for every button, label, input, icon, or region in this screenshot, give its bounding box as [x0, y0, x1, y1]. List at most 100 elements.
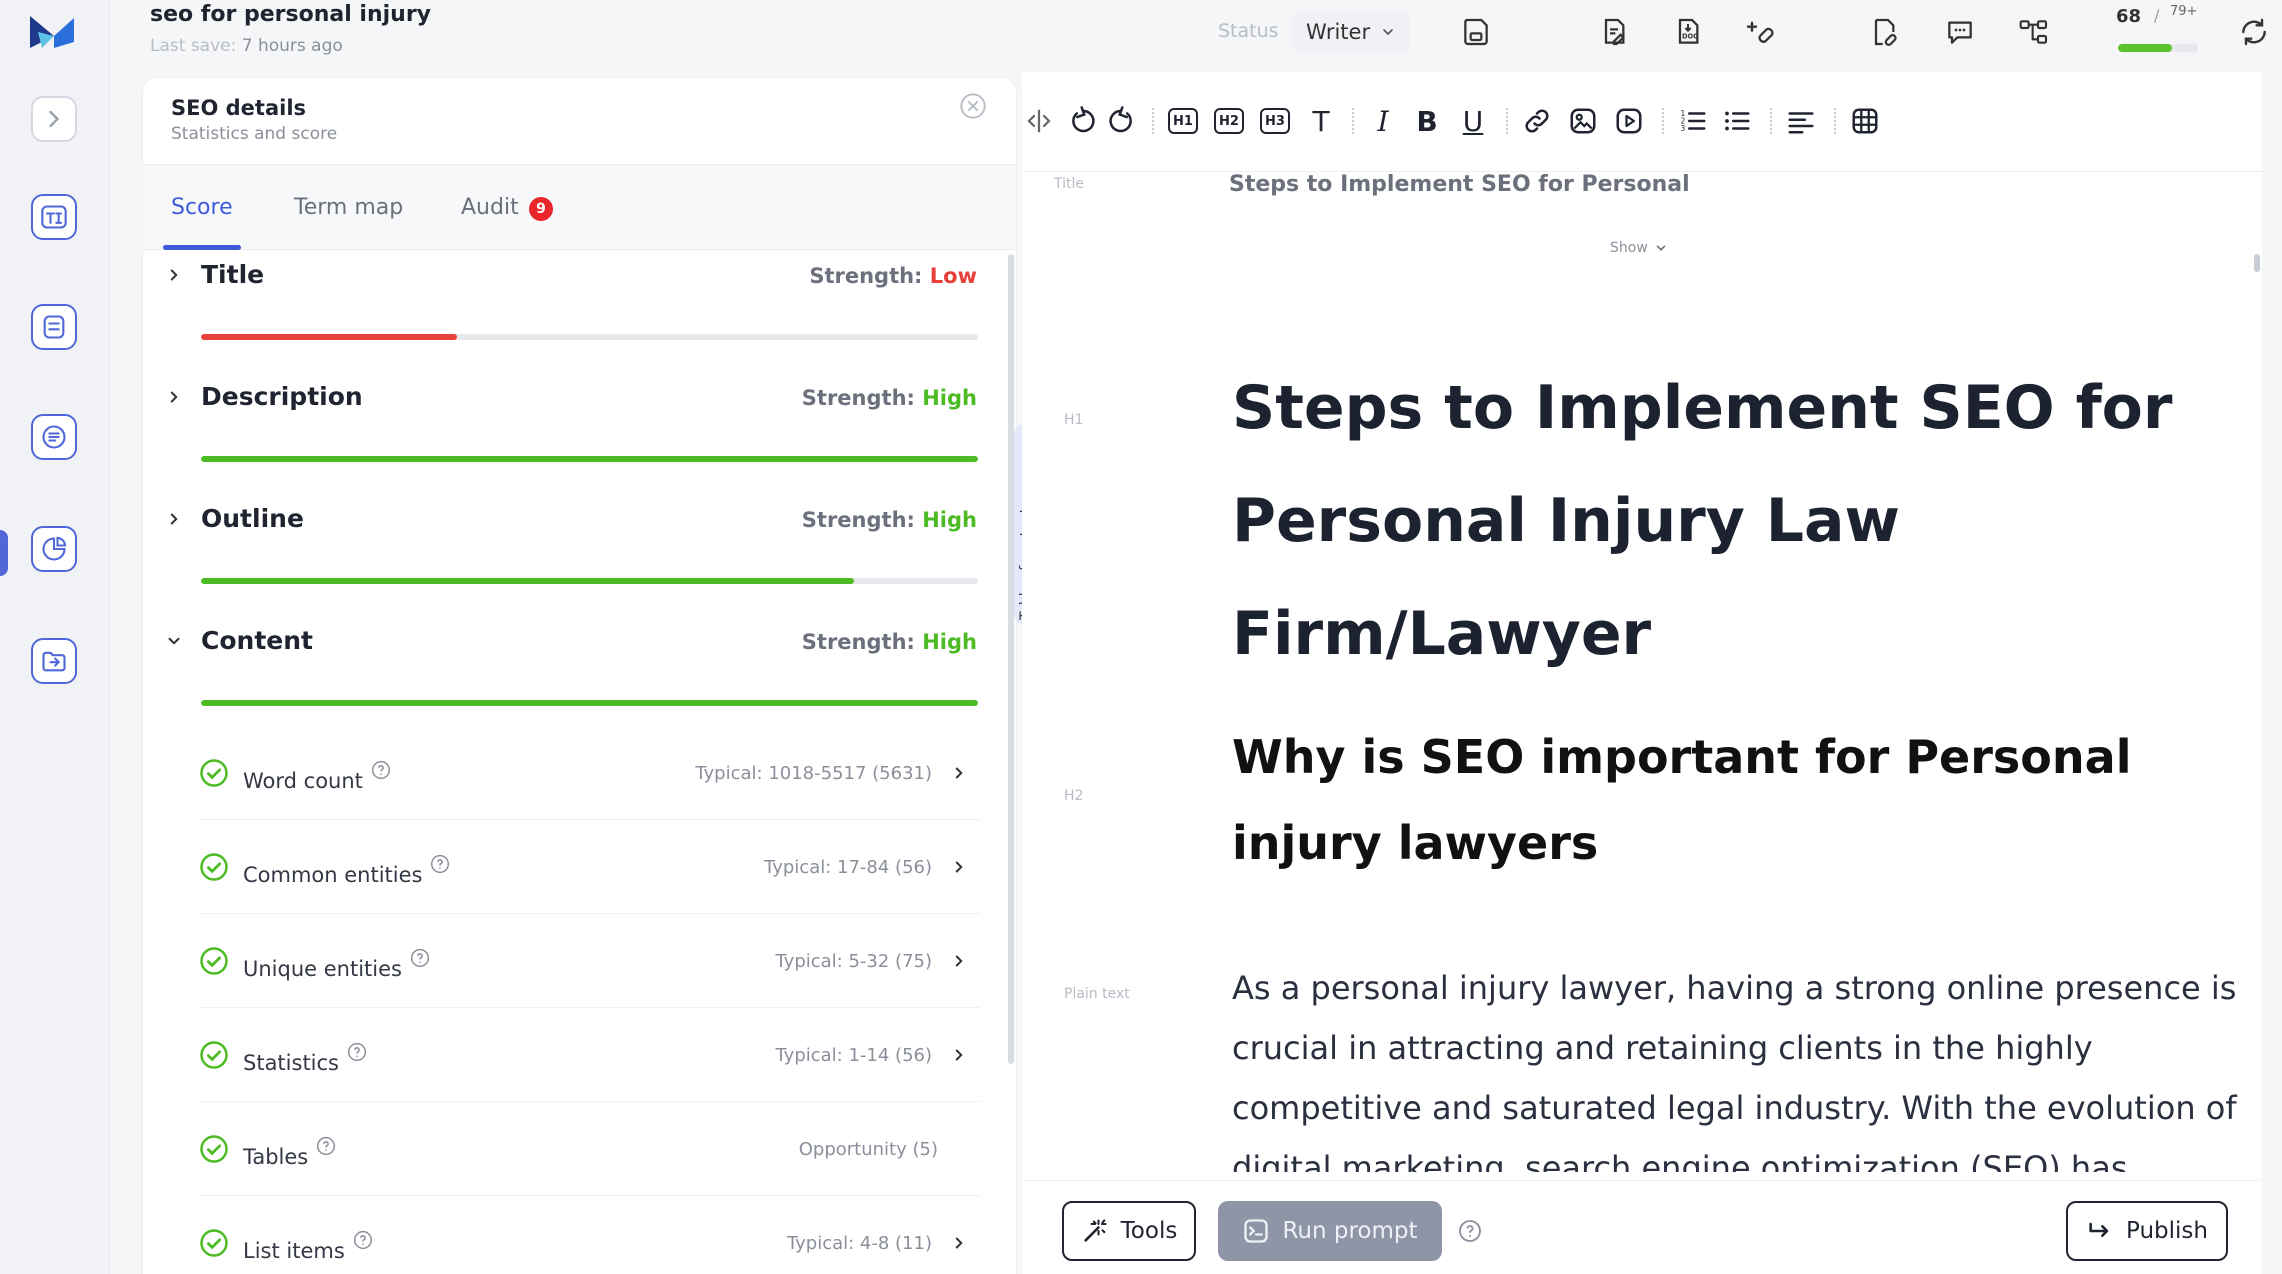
block-label-plain-text: Plain text: [1064, 986, 1130, 1002]
metric-word-count[interactable]: Word count Typical: 1018-5517 (5631): [199, 726, 980, 820]
image-icon: [1570, 108, 1596, 134]
doc-edit-icon: [1604, 18, 1625, 46]
check-circle-icon: [200, 853, 228, 881]
resize-panel-button[interactable]: [1022, 104, 1056, 138]
metric-label: Statistics: [243, 1051, 339, 1075]
insert-link-button[interactable]: [1520, 104, 1554, 138]
metric-typical: Typical: 17-84 (56): [764, 857, 932, 878]
score-typical: 79+: [2170, 4, 2198, 19]
metric-common-entities[interactable]: Common entities Typical: 17-84 (56): [199, 820, 980, 914]
stack-icon: [43, 315, 65, 339]
help-icon[interactable]: [353, 1230, 373, 1250]
chevron-right-icon[interactable]: [165, 266, 183, 284]
chevron-right-icon: [955, 955, 963, 967]
help-icon[interactable]: [347, 1042, 367, 1062]
strength-prefix: Strength:: [801, 386, 915, 410]
add-link-button[interactable]: [1740, 12, 1780, 52]
refresh-button[interactable]: [2234, 12, 2274, 52]
help-icon[interactable]: [371, 760, 391, 780]
tools-button[interactable]: Tools: [1062, 1201, 1196, 1261]
heading-1-button[interactable]: H1: [1166, 104, 1200, 138]
insert-image-button[interactable]: [1566, 104, 1600, 138]
editor-content[interactable]: H1 Steps to Implement SEO for Personal I…: [1022, 252, 2262, 1172]
paragraph-text[interactable]: As a personal injury lawyer, having a st…: [1232, 958, 2242, 1172]
title-field[interactable]: Steps to Implement SEO for Personal: [1229, 172, 1690, 197]
chevron-down-icon[interactable]: [165, 632, 183, 650]
run-prompt-button[interactable]: Run prompt: [1218, 1201, 1442, 1261]
toolbar-divider: [1770, 108, 1772, 134]
undo-button[interactable]: [1066, 104, 1100, 138]
redo-icon: [1109, 106, 1132, 133]
help-icon[interactable]: [316, 1136, 336, 1156]
underline-button[interactable]: U: [1456, 104, 1490, 138]
chevron-right-icon[interactable]: [165, 388, 183, 406]
title-field-label: Title: [1054, 176, 1085, 192]
folder-export-icon: [42, 651, 66, 672]
seo-panel-header: SEO details Statistics and score: [171, 96, 337, 144]
strength-prefix: Strength:: [801, 630, 915, 654]
section-title-title[interactable]: Title: [201, 260, 264, 289]
edit-document-button[interactable]: [1594, 12, 1634, 52]
analytics-nav-button[interactable]: [31, 526, 77, 572]
text-tool-icon: [41, 205, 67, 229]
tab-audit[interactable]: Audit: [461, 195, 519, 220]
editor-scrollbar[interactable]: [2254, 254, 2260, 272]
metric-tables[interactable]: Tables Opportunity (5): [199, 1102, 980, 1196]
database-nav-button[interactable]: [31, 304, 77, 350]
help-icon[interactable]: [430, 854, 450, 874]
bullet-list-button[interactable]: [1720, 104, 1754, 138]
tab-term-map[interactable]: Term map: [294, 195, 403, 220]
paragraph-button[interactable]: T: [1304, 104, 1338, 138]
section-content-strength: Strength: High: [802, 630, 977, 654]
publish-arrow-icon: [2089, 1222, 2109, 1237]
help-icon[interactable]: [410, 948, 430, 968]
close-icon[interactable]: [959, 92, 987, 120]
metric-statistics[interactable]: Statistics Typical: 1-14 (56): [199, 1008, 980, 1102]
metric-list-items[interactable]: List items Typical: 4-8 (11): [199, 1196, 980, 1274]
save-button[interactable]: [1456, 12, 1496, 52]
ordered-list-button[interactable]: 123: [1676, 104, 1710, 138]
metric-unique-entities[interactable]: Unique entities Typical: 5-32 (75): [199, 914, 980, 1008]
help-icon[interactable]: [1458, 1219, 1482, 1243]
progress-fill: [201, 334, 458, 340]
strength-prefix: Strength:: [809, 264, 923, 288]
insert-video-button[interactable]: [1612, 104, 1646, 138]
comments-button[interactable]: [1940, 12, 1980, 52]
heading-h2[interactable]: Why is SEO important for Personal injury…: [1232, 714, 2192, 886]
section-outline-title[interactable]: Outline: [201, 504, 304, 533]
export-nav-button[interactable]: [31, 638, 77, 684]
copy-link-button[interactable]: [1864, 12, 1904, 52]
content-nav-button[interactable]: [31, 414, 77, 460]
strength-value: High: [922, 630, 977, 654]
progress-fill: [201, 578, 854, 584]
section-content-title[interactable]: Content: [201, 626, 313, 655]
insert-table-button[interactable]: [1848, 104, 1882, 138]
chevron-right-icon[interactable]: [165, 510, 183, 528]
section-description-strength: Strength: High: [802, 386, 977, 410]
app-logo[interactable]: [28, 12, 78, 52]
export-doc-button[interactable]: DOC: [1668, 12, 1708, 52]
status-select[interactable]: Writer: [1292, 12, 1410, 52]
publish-button[interactable]: Publish: [2066, 1201, 2228, 1261]
save-icon: [1464, 18, 1488, 46]
editor-toolbar: H1 H2 H3 T I B U 123: [1022, 72, 2262, 172]
video-icon: [1616, 108, 1642, 134]
text-editor-nav-button[interactable]: [31, 194, 77, 240]
panel-scrollbar[interactable]: [1008, 254, 1014, 1064]
redo-button[interactable]: [1104, 104, 1138, 138]
section-description-title[interactable]: Description: [201, 382, 363, 411]
tab-score[interactable]: Score: [171, 195, 233, 220]
metric-name: Common entities: [243, 854, 450, 887]
align-button[interactable]: [1784, 104, 1818, 138]
document-title[interactable]: seo for personal injury: [150, 2, 431, 27]
workflow-button[interactable]: [2014, 12, 2054, 52]
seo-panel-subtitle: Statistics and score: [171, 124, 338, 144]
heading-2-button[interactable]: H2: [1212, 104, 1246, 138]
italic-button[interactable]: I: [1366, 104, 1400, 138]
svg-text:3: 3: [1681, 124, 1686, 133]
score-separator: /: [2154, 6, 2160, 25]
heading-h1[interactable]: Steps to Implement SEO for Personal Inju…: [1232, 352, 2192, 691]
expand-sidebar-button[interactable]: [31, 96, 77, 142]
bold-button[interactable]: B: [1410, 104, 1444, 138]
heading-3-button[interactable]: H3: [1258, 104, 1292, 138]
